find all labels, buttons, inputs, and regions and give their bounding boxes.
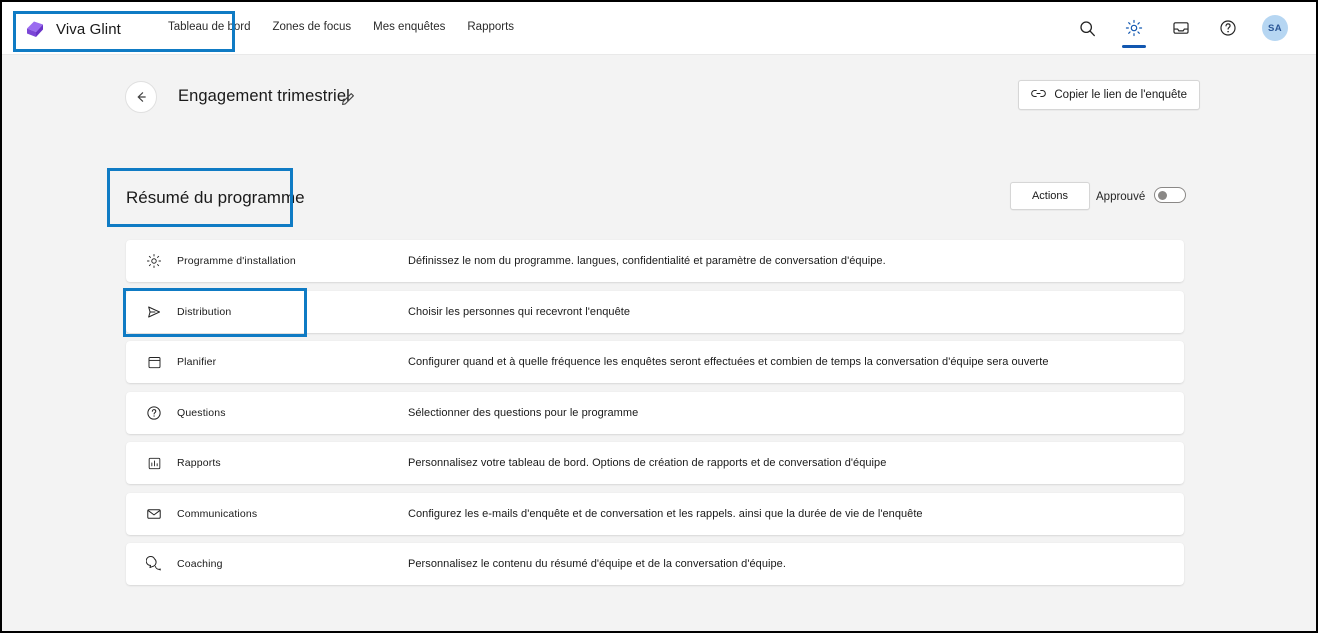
chat-bubble-icon [146,556,162,572]
viva-glint-logo-icon [24,18,46,40]
brand[interactable]: Viva Glint [24,18,121,40]
list-item-description: Personnalisez le contenu du résumé d'équ… [408,558,786,570]
list-item-label: Coaching [177,558,223,570]
envelope-icon [146,506,162,522]
approved-toggle[interactable] [1154,187,1186,203]
program-summary-list: Programme d'installation Définissez le n… [126,240,1184,594]
top-icon-bar: SA [1074,15,1288,48]
search-icon[interactable] [1074,15,1100,41]
section-title: Résumé du programme [126,188,305,207]
nav-item-dashboard[interactable]: Tableau de bord [168,21,250,33]
list-item-label: Distribution [177,305,232,318]
calendar-icon [146,354,162,370]
list-item-label: Planifier [177,356,217,368]
list-item-distribution[interactable]: Distribution Choisir les personnes qui r… [126,290,1184,333]
list-item-communications[interactable]: Communications Configurez les e-mails d'… [126,492,1184,535]
copy-survey-link-label: Copier le lien de l'enquête [1054,89,1187,101]
gear-icon [146,253,162,269]
nav-item-my-surveys[interactable]: Mes enquêtes [373,21,445,33]
gear-icon[interactable] [1121,15,1147,48]
help-icon[interactable] [1215,15,1241,41]
active-tab-indicator [1122,45,1146,48]
nav-item-focus-areas[interactable]: Zones de focus [272,21,351,33]
nav-item-reports[interactable]: Rapports [467,21,514,33]
back-button[interactable] [125,81,157,113]
actions-button[interactable]: Actions [1010,182,1090,210]
brand-name: Viva Glint [56,20,121,38]
list-item-questions[interactable]: Questions Sélectionner des questions pou… [126,391,1184,434]
list-item-label: Programme d'installation [177,255,296,267]
list-item-description: Définissez le nom du programme. langues,… [408,255,886,267]
back-arrow-icon [137,92,146,102]
list-item-label: Communications [177,507,258,520]
page-subheader: Engagement trimestriel Copier le lien de… [2,55,1316,145]
list-item-description: Personnalisez votre tableau de bord. Opt… [408,457,887,469]
list-item-label: Rapports [177,457,221,469]
list-item-description: Sélectionner des questions pour le progr… [408,406,639,419]
question-circle-icon [146,405,162,421]
list-item-setup-program[interactable]: Programme d'installation Définissez le n… [126,240,1184,282]
app-window: Viva Glint Tableau de bord Zones de focu… [0,0,1318,633]
top-navigation-bar: Viva Glint Tableau de bord Zones de focu… [2,2,1316,55]
list-item-reports[interactable]: Rapports Personnalisez votre tableau de … [126,442,1184,484]
list-item-description: Configurez les e-mails d'enquête et de c… [408,507,923,520]
approved-label: Approuvé [1096,191,1146,203]
inbox-icon[interactable] [1168,15,1194,41]
list-item-description: Choisir les personnes qui recevront l'en… [408,305,631,318]
list-item-schedule[interactable]: Planifier Configurer quand et à quelle f… [126,341,1184,383]
page-title: Engagement trimestriel [178,87,350,105]
toggle-knob [1158,191,1167,200]
list-item-coaching[interactable]: Coaching Personnalisez le contenu du rés… [126,543,1184,585]
list-item-label: Questions [177,406,226,419]
copy-survey-link-button[interactable]: Copier le lien de l'enquête [1018,80,1200,110]
main-nav: Tableau de bord Zones de focus Mes enquê… [168,21,514,33]
bar-chart-icon [146,455,162,471]
send-icon [146,304,162,320]
avatar[interactable]: SA [1262,15,1288,41]
link-icon [1031,88,1047,102]
list-item-description: Configurer quand et à quelle fréquence l… [408,356,1049,368]
pencil-icon[interactable] [340,91,356,107]
